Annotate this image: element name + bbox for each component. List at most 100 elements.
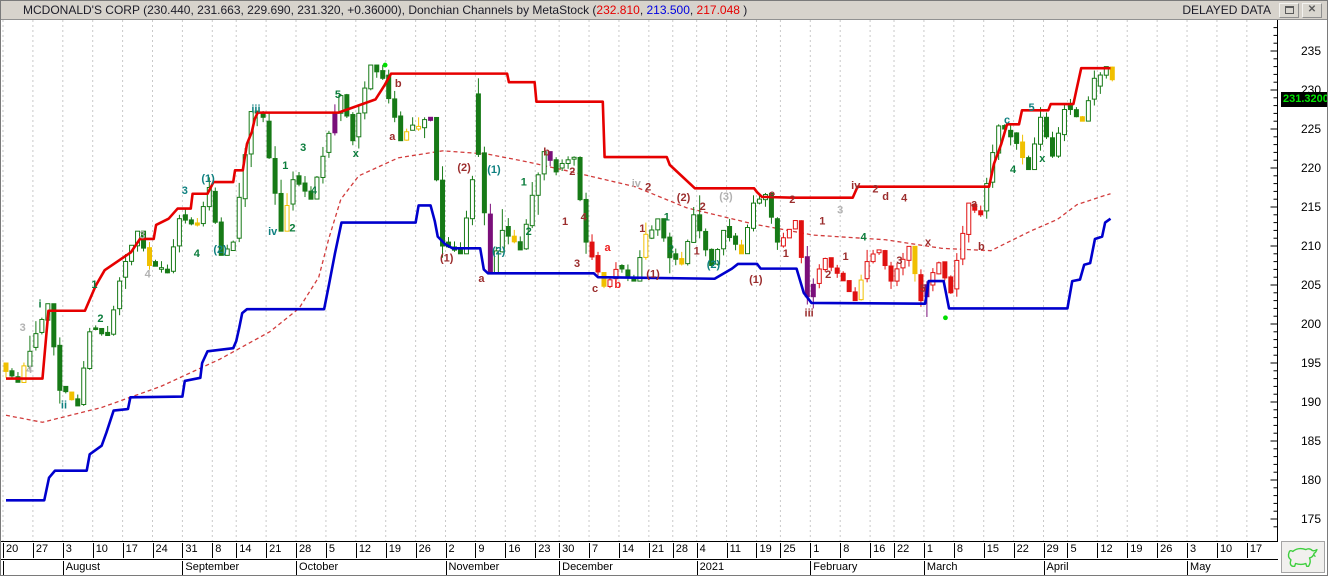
wave-label: 1 (521, 176, 527, 188)
svg-text:210: 210 (1301, 239, 1321, 253)
month-label: September (182, 561, 296, 575)
month-label: February (810, 561, 924, 575)
wave-label: 1 (819, 215, 825, 227)
wave-label: 2 (872, 183, 878, 195)
wave-label: b (543, 147, 550, 159)
wave-label: 2 (97, 313, 103, 325)
week-tick-label: 8 (953, 543, 984, 558)
week-tick-label: 17 (1246, 543, 1277, 558)
week-tick-label: 31 (182, 543, 213, 558)
wave-label: x (925, 236, 932, 248)
wave-label: x (353, 148, 360, 160)
wave-label: 5 (335, 89, 341, 101)
month-label: May (1187, 561, 1277, 575)
week-tick-label: 4 (696, 543, 727, 558)
svg-text:215: 215 (1301, 200, 1321, 214)
wave-label: b (614, 279, 621, 291)
svg-text:185: 185 (1301, 434, 1321, 448)
month-label: April (1043, 561, 1188, 575)
wave-label: 2 (700, 201, 706, 213)
wave-label: a (605, 242, 612, 254)
ohlc-values: (230.440, 231.663, 229.690, 231.320, +0.… (139, 3, 402, 17)
month-label: 2021 (696, 561, 811, 575)
week-tick-label: 8 (212, 543, 237, 558)
wave-label: 2 (789, 194, 795, 206)
wave-label: 2 (569, 166, 575, 178)
metastock-chart-window: MCDONALD'S CORP (230.440, 231.663, 229.6… (0, 0, 1328, 576)
month-label: December (559, 561, 697, 575)
wave-label: 1 (664, 211, 670, 223)
wave-label: ii (61, 399, 67, 411)
week-tick-label: 24 (152, 543, 183, 558)
week-tick-label: 29 (1043, 543, 1068, 558)
wave-label: 3 (300, 142, 306, 154)
wave-label: 3 (574, 258, 580, 270)
week-tick-label: 19 (756, 543, 781, 558)
wave-label: 1 (694, 246, 700, 258)
metastock-logo-box (1281, 541, 1325, 573)
restore-window-button[interactable] (1279, 2, 1299, 18)
svg-text:225: 225 (1301, 122, 1321, 136)
symbol-name: MCDONALD'S CORP (23, 3, 140, 17)
wave-label: 4 (901, 193, 908, 205)
wave-label: 4 (26, 364, 33, 376)
indicator-value: ) (739, 3, 748, 17)
week-tick-label: 21 (648, 543, 673, 558)
week-tick-label: 27 (32, 543, 63, 558)
wave-label: 1 (562, 216, 568, 228)
week-tick-label: 11 (726, 543, 757, 558)
wave-label: 4 (145, 268, 152, 280)
week-tick-label: 1 (923, 543, 954, 558)
wave-label: 1 (843, 251, 849, 263)
week-tick-label: 25 (780, 543, 811, 558)
close-window-button[interactable]: ✕ (1302, 2, 1322, 18)
wave-label: 2 (645, 182, 651, 194)
wave-label: 1 (282, 160, 288, 172)
close-icon: ✕ (1307, 4, 1317, 15)
wave-label: 5 (920, 283, 926, 295)
wave-label: 1 (783, 248, 789, 260)
wave-label: 4 (194, 248, 201, 260)
wave-label: c (1004, 115, 1010, 127)
wave-label: e (769, 189, 775, 201)
week-tick-label: 16 (870, 543, 894, 558)
wave-label: 2 (668, 243, 674, 255)
month-label: March (923, 561, 1044, 575)
wave-label: 1 (91, 279, 97, 291)
svg-text:205: 205 (1301, 278, 1321, 292)
week-tick-label: 26 (1157, 543, 1188, 558)
wave-label: (2) (707, 259, 721, 271)
chart-area: 235 230 225 220 215 210 205 200 195 190 185 180 175 3… (1, 20, 1328, 542)
wave-label: iv (851, 180, 861, 192)
wave-label: 3 (837, 204, 843, 216)
svg-text:180: 180 (1301, 473, 1321, 487)
wave-label: (1) (440, 253, 454, 265)
week-tick-label: 28 (296, 543, 326, 558)
wave-label: iv (632, 178, 642, 190)
wave-label: 2 (289, 222, 295, 234)
week-tick-label: 3 (62, 543, 93, 558)
week-tick-label: 5 (325, 543, 356, 558)
week-tick-label: 12 (1097, 543, 1128, 558)
wave-label: 4 (311, 185, 318, 197)
wave-label: iii (805, 307, 814, 319)
week-tick-label: 16 (505, 543, 536, 558)
week-tick-label: 8 (840, 543, 871, 558)
wave-label: (2) (457, 162, 471, 174)
wave-label: 1 (639, 223, 645, 235)
wave-label: 4 (1010, 164, 1017, 176)
indicator-value: 217.048 (696, 3, 740, 17)
wave-label: (2) (213, 244, 227, 256)
week-tick-label: 19 (1127, 543, 1158, 558)
wave-label: (2) (492, 246, 506, 258)
svg-text:220: 220 (1301, 161, 1321, 175)
chart-title: MCDONALD'S CORP (230.440, 231.663, 229.6… (1, 3, 747, 17)
wave-label: 3 (20, 322, 26, 334)
wave-label: d (882, 191, 889, 203)
chart-canvas[interactable]: 2352302252202152102052001951901851801753… (1, 20, 1328, 542)
week-tick-label: 15 (983, 543, 1014, 558)
week-tick-label: 10 (1216, 543, 1247, 558)
wave-label: 2 (526, 226, 532, 238)
wave-label: c (592, 283, 598, 295)
indicator-value: 232.810 (596, 3, 640, 17)
